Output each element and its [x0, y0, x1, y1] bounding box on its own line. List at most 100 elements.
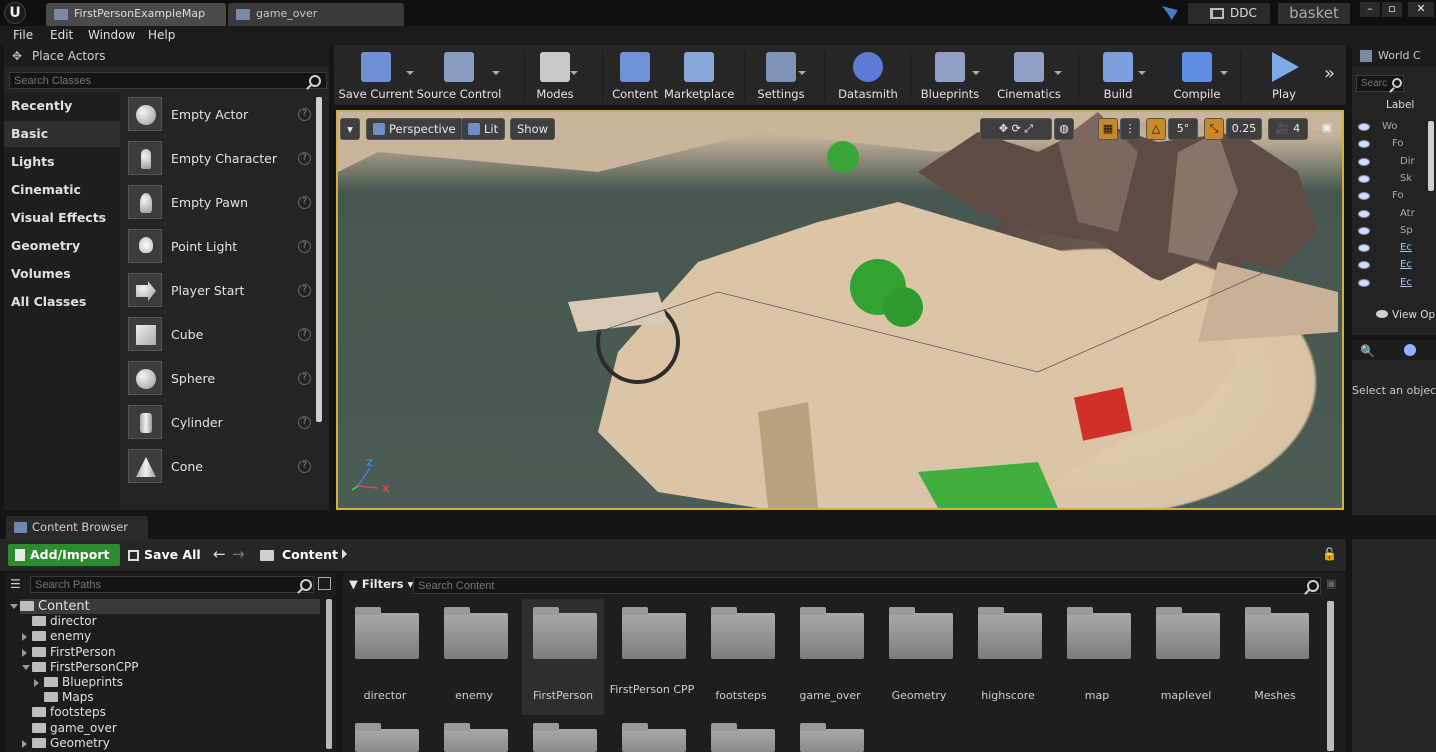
- help-icon[interactable]: ?: [298, 108, 311, 121]
- folder-map[interactable]: map: [1056, 599, 1138, 715]
- folder-geometry[interactable]: Geometry: [878, 599, 960, 715]
- outliner-row[interactable]: Sk: [1352, 171, 1436, 188]
- help-icon[interactable]: ?: [298, 416, 311, 429]
- rotation-snap-value[interactable]: 5°: [1168, 118, 1198, 140]
- add-import-button[interactable]: Add/Import ▾: [8, 544, 120, 584]
- search-icon[interactable]: [300, 579, 312, 591]
- compile-button[interactable]: Compile: [1164, 45, 1230, 105]
- outliner-row[interactable]: Ec: [1352, 240, 1436, 257]
- expand-arrow-icon[interactable]: [34, 679, 39, 687]
- help-icon[interactable]: ?: [298, 372, 311, 385]
- content-browser-tab[interactable]: Content Browser: [6, 516, 148, 539]
- toolbar-overflow-icon[interactable]: »: [1324, 63, 1335, 84]
- actor-item-sphere[interactable]: Sphere?: [124, 357, 316, 401]
- grid-snap-icon[interactable]: ▦: [1098, 118, 1118, 140]
- filters-button[interactable]: ▼ Filters ▾: [349, 577, 413, 591]
- path-view-options-icon[interactable]: [318, 577, 331, 590]
- cinematics-button[interactable]: Cinematics: [994, 45, 1064, 105]
- ddc-button[interactable]: DDC: [1188, 3, 1270, 24]
- settings-button[interactable]: Settings: [754, 45, 808, 105]
- save-search-icon[interactable]: ▣: [1326, 577, 1336, 590]
- transform-tools[interactable]: ✥ ⟳ ⤢: [980, 118, 1052, 140]
- dropdown-arrow-icon[interactable]: [406, 71, 414, 75]
- category-volumes[interactable]: Volumes: [4, 261, 120, 287]
- help-icon[interactable]: ?: [298, 284, 311, 297]
- visibility-eye-icon[interactable]: [1358, 244, 1370, 253]
- tree-item-content[interactable]: Content: [10, 599, 320, 614]
- tree-item-geometry[interactable]: Geometry: [22, 736, 110, 751]
- visibility-eye-icon[interactable]: [1358, 192, 1370, 201]
- source-control-status-icon[interactable]: [1162, 6, 1178, 20]
- category-basic[interactable]: Basic: [4, 121, 120, 147]
- scale-snap-icon[interactable]: ⤡: [1204, 118, 1224, 140]
- outliner-row[interactable]: Wo: [1352, 119, 1436, 136]
- menu-file[interactable]: File: [13, 28, 33, 42]
- folder-director[interactable]: director: [344, 599, 426, 715]
- actor-item-point-light[interactable]: Point Light?: [124, 225, 316, 269]
- maximize-button[interactable]: ▫: [1382, 2, 1402, 17]
- help-icon[interactable]: ?: [298, 460, 311, 473]
- actor-list-scrollbar[interactable]: [316, 97, 322, 422]
- search-content-input[interactable]: [413, 577, 1321, 594]
- outliner-row[interactable]: Ec: [1352, 275, 1436, 292]
- category-lights[interactable]: Lights: [4, 149, 120, 175]
- tree-item-firstpersoncpp[interactable]: FirstPersonCPP: [22, 660, 138, 675]
- actor-item-cylinder[interactable]: Cylinder?: [124, 401, 316, 445]
- help-icon[interactable]: ?: [298, 152, 311, 165]
- visibility-eye-icon[interactable]: [1358, 140, 1370, 149]
- scroll-thumb[interactable]: [316, 97, 322, 422]
- minimize-button[interactable]: –: [1360, 2, 1380, 17]
- tree-item-maps[interactable]: Maps: [44, 690, 94, 705]
- tree-item-enemy[interactable]: enemy: [22, 629, 91, 644]
- dropdown-arrow-icon[interactable]: [972, 71, 980, 75]
- visibility-eye-icon[interactable]: [1358, 226, 1370, 235]
- visibility-eye-icon[interactable]: [1358, 209, 1370, 218]
- actor-item-player-start[interactable]: Player Start?: [124, 269, 316, 313]
- blueprints-button[interactable]: Blueprints: [918, 45, 982, 105]
- folder-enemy[interactable]: enemy: [433, 599, 515, 715]
- actor-item-empty-pawn[interactable]: Empty Pawn?: [124, 181, 316, 225]
- actor-item-cone[interactable]: Cone?: [124, 445, 316, 489]
- tree-scrollbar[interactable]: [326, 599, 332, 749]
- modes-button[interactable]: Modes: [530, 45, 580, 105]
- save-all-button[interactable]: Save All: [128, 544, 201, 566]
- category-all-classes[interactable]: All Classes: [4, 289, 120, 315]
- visibility-eye-icon[interactable]: [1358, 174, 1370, 183]
- tab-game-over[interactable]: game_over: [228, 3, 404, 26]
- dropdown-arrow-icon[interactable]: [492, 71, 500, 75]
- tree-item-director[interactable]: director: [32, 614, 97, 629]
- save-current-button[interactable]: Save Current: [336, 45, 416, 105]
- category-cinematic[interactable]: Cinematic: [4, 177, 120, 203]
- datasmith-button[interactable]: Datasmith: [834, 45, 902, 105]
- world-settings-icon[interactable]: [1404, 344, 1416, 356]
- outliner-row[interactable]: Ec: [1352, 257, 1436, 274]
- folder-meshes[interactable]: Meshes: [1234, 599, 1316, 715]
- outliner-row[interactable]: Sp: [1352, 223, 1436, 240]
- forward-arrow-icon[interactable]: →: [232, 545, 245, 563]
- actor-item-cube[interactable]: Cube?: [124, 313, 316, 357]
- viewport-options-button[interactable]: ▾: [340, 118, 360, 140]
- build-button[interactable]: Build: [1088, 45, 1148, 105]
- perspective-button[interactable]: Perspective: [366, 118, 463, 140]
- tree-item-blueprints[interactable]: Blueprints: [34, 675, 123, 690]
- actor-item-empty-actor[interactable]: Empty Actor?: [124, 93, 316, 137]
- details-search-icon[interactable]: 🔍: [1360, 344, 1375, 358]
- expand-arrow-icon[interactable]: [22, 633, 27, 642]
- category-visual-effects[interactable]: Visual Effects: [4, 205, 120, 231]
- folder-icon[interactable]: [622, 723, 686, 752]
- back-arrow-icon[interactable]: ←: [213, 545, 226, 563]
- folder-maplevel[interactable]: maplevel: [1145, 599, 1227, 715]
- lock-icon[interactable]: 🔓: [1322, 547, 1337, 561]
- rotation-snap-icon[interactable]: △: [1146, 118, 1166, 140]
- search-icon[interactable]: [1307, 580, 1319, 592]
- breadcrumb-chevron-icon[interactable]: [342, 549, 347, 559]
- view-options-button[interactable]: View Op: [1376, 309, 1435, 321]
- visibility-eye-icon[interactable]: [1358, 123, 1370, 131]
- label-column-header[interactable]: Label: [1356, 99, 1436, 115]
- help-icon[interactable]: ?: [298, 240, 311, 253]
- content-button[interactable]: Content: [610, 45, 660, 105]
- outliner-row[interactable]: Fo: [1352, 136, 1436, 153]
- source-control-button[interactable]: Source Control: [416, 45, 502, 105]
- lit-button[interactable]: Lit: [461, 118, 506, 140]
- folder-game-over[interactable]: game_over: [789, 599, 871, 715]
